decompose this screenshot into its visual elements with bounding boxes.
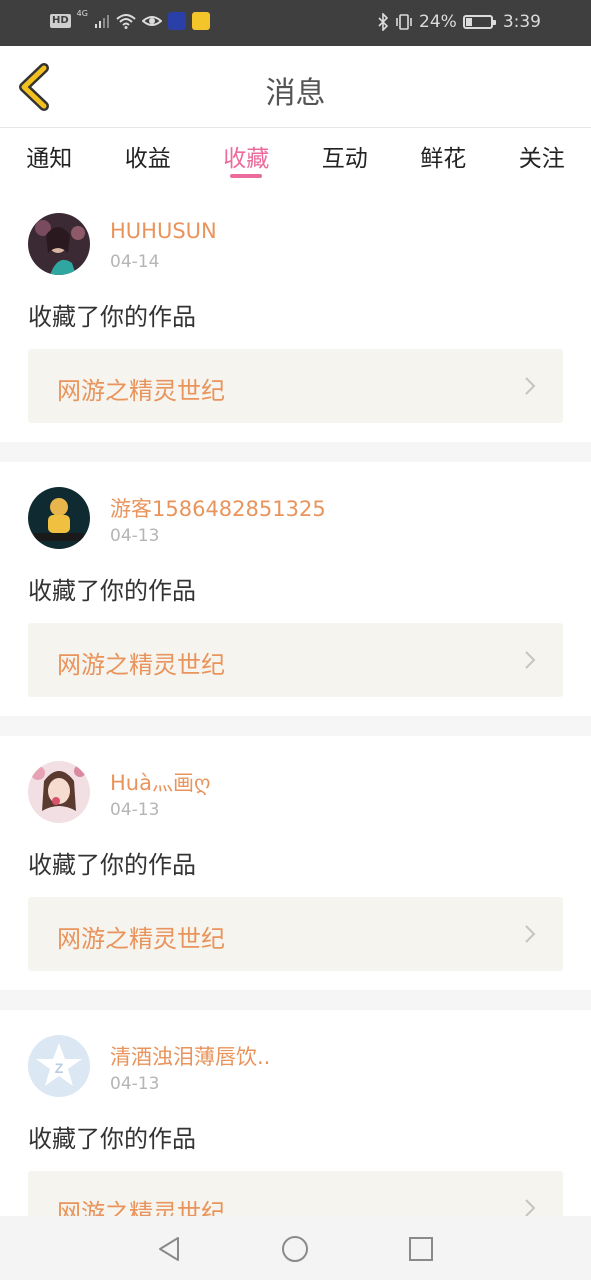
wifi-icon	[116, 14, 136, 29]
hd-icon: HD	[50, 14, 71, 28]
avatar[interactable]	[28, 487, 90, 549]
recents-square-icon[interactable]	[406, 1234, 436, 1264]
clock: 3:39	[502, 12, 541, 32]
battery-fill	[465, 18, 473, 26]
work-link[interactable]: 网游之精灵世纪	[28, 1171, 563, 1216]
username[interactable]: 游客1586482851325	[110, 493, 326, 523]
status-right-icons: 24% 3:39	[377, 12, 541, 32]
tab-bar: 通知 收益 收藏 互动 鲜花 关注	[0, 128, 591, 188]
work-link[interactable]: 网游之精灵世纪	[28, 623, 563, 697]
work-link[interactable]: 网游之精灵世纪	[28, 897, 563, 971]
chevron-right-icon	[525, 651, 536, 669]
back-triangle-icon[interactable]	[154, 1234, 184, 1264]
battery-percent: 24%	[419, 12, 457, 32]
action-text: 收藏了你的作品	[28, 577, 196, 605]
bluetooth-icon	[378, 13, 389, 31]
list-item: 游客1586482851325 04-13 收藏了你的作品 网游之精灵世纪	[0, 462, 591, 716]
tab-follows[interactable]: 关注	[493, 128, 591, 188]
weibo-icon	[191, 12, 210, 30]
list-item: Z 清酒浊泪薄唇饮.. 04-13 收藏了你的作品 网游之精灵世纪	[0, 1010, 591, 1216]
tab-interactions[interactable]: 互动	[296, 128, 395, 188]
divider	[0, 442, 591, 462]
chevron-right-icon	[525, 1199, 536, 1216]
work-title: 网游之精灵世纪	[57, 377, 225, 405]
divider	[0, 990, 591, 1010]
divider	[0, 716, 591, 736]
chevron-right-icon	[525, 925, 536, 943]
work-link[interactable]: 网游之精灵世纪	[28, 349, 563, 423]
app-icon	[167, 12, 186, 30]
status-bar: HD 4G 24% 3:39	[0, 0, 591, 46]
avatar[interactable]	[28, 761, 90, 823]
tab-flowers[interactable]: 鲜花	[394, 128, 493, 188]
avatar[interactable]: Z	[28, 1035, 90, 1097]
date: 04-13	[110, 526, 160, 546]
action-text: 收藏了你的作品	[28, 1125, 196, 1153]
work-title: 网游之精灵世纪	[57, 925, 225, 953]
network-type: 4G	[76, 9, 88, 18]
username[interactable]: Huà灬画ღ	[110, 767, 210, 797]
header: 消息	[0, 46, 591, 128]
username[interactable]: 清酒浊泪薄唇饮..	[110, 1041, 270, 1071]
tab-favorites[interactable]: 收藏	[197, 128, 296, 188]
date: 04-13	[110, 800, 160, 820]
system-nav-bar	[0, 1216, 591, 1280]
svg-text:Z: Z	[55, 1060, 64, 1076]
chevron-right-icon	[525, 377, 536, 395]
date: 04-14	[110, 252, 160, 272]
action-text: 收藏了你的作品	[28, 303, 196, 331]
date: 04-13	[110, 1074, 160, 1094]
status-left-icons: HD 4G	[50, 9, 210, 30]
vibrate-icon	[396, 14, 412, 30]
work-title: 网游之精灵世纪	[57, 651, 225, 679]
battery-icon	[462, 15, 496, 29]
eye-icon	[141, 16, 162, 26]
avatar[interactable]	[28, 213, 90, 275]
work-title: 网游之精灵世纪	[57, 1199, 225, 1216]
username[interactable]: HUHUSUN	[110, 219, 217, 243]
home-circle-icon[interactable]	[280, 1234, 310, 1264]
list-item: Huà灬画ღ 04-13 收藏了你的作品 网游之精灵世纪	[0, 736, 591, 990]
list-item: HUHUSUN 04-14 收藏了你的作品 网游之精灵世纪	[0, 188, 591, 442]
tab-notifications[interactable]: 通知	[0, 128, 99, 188]
favorites-feed: HUHUSUN 04-14 收藏了你的作品 网游之精灵世纪 游客15864828…	[0, 188, 591, 1216]
tab-earnings[interactable]: 收益	[99, 128, 198, 188]
page-title: 消息	[265, 76, 326, 111]
action-text: 收藏了你的作品	[28, 851, 196, 879]
signal-icon	[94, 15, 109, 28]
